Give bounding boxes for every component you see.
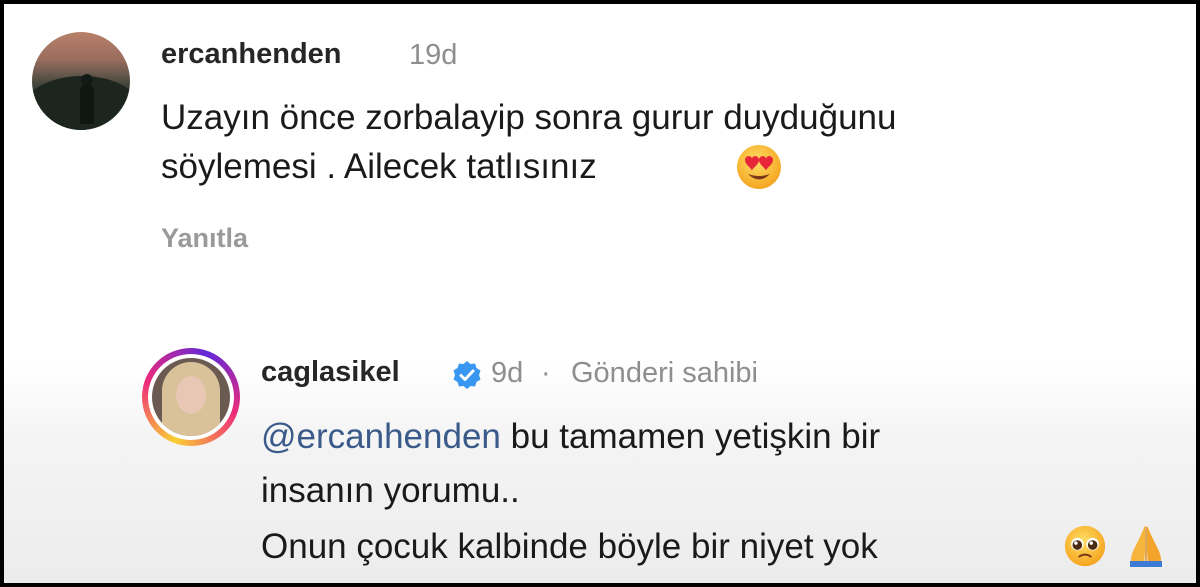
heart-eyes-emoji-icon — [737, 145, 781, 189]
post-owner-label: Gönderi sahibi — [571, 357, 758, 389]
avatar-person — [80, 84, 94, 124]
reply-username[interactable]: caglasikel — [261, 356, 400, 389]
reply-text-line-3: Onun çocuk kalbinde böyle bir niyet yok — [261, 527, 878, 566]
reply-timestamp: 9d — [491, 357, 524, 389]
reply-text-line-1: @ercanhenden bu tamamen yetişkin bir — [261, 417, 880, 457]
comment-username[interactable]: ercanhenden — [161, 38, 342, 71]
verified-badge-icon — [453, 361, 481, 389]
pleading-face-emoji-icon — [1064, 525, 1106, 567]
comment-text-line-2: söylemesi . Ailecek tatlısınız — [161, 147, 597, 186]
comment-timestamp: 19d — [409, 39, 458, 71]
comment-text-line-1: Uzayın önce zorbalayip sonra gurur duydu… — [161, 98, 897, 137]
folded-hands-emoji-icon — [1130, 525, 1162, 567]
meta-separator: · — [541, 357, 551, 389]
reply-button[interactable]: Yanıtla — [161, 223, 248, 254]
mention-link[interactable]: @ercanhenden — [261, 417, 501, 456]
ercanhenden-avatar[interactable] — [32, 32, 130, 130]
avatar-face — [176, 376, 206, 414]
reply-text-line-2: insanın yorumu.. — [261, 471, 520, 510]
caglasikel-avatar[interactable] — [152, 358, 230, 436]
comment-thread: ercanhenden 19d Uzayın önce zorbalayip s… — [4, 4, 1196, 583]
reply-text-line-1-rest: bu tamamen yetişkin bir — [500, 417, 881, 456]
